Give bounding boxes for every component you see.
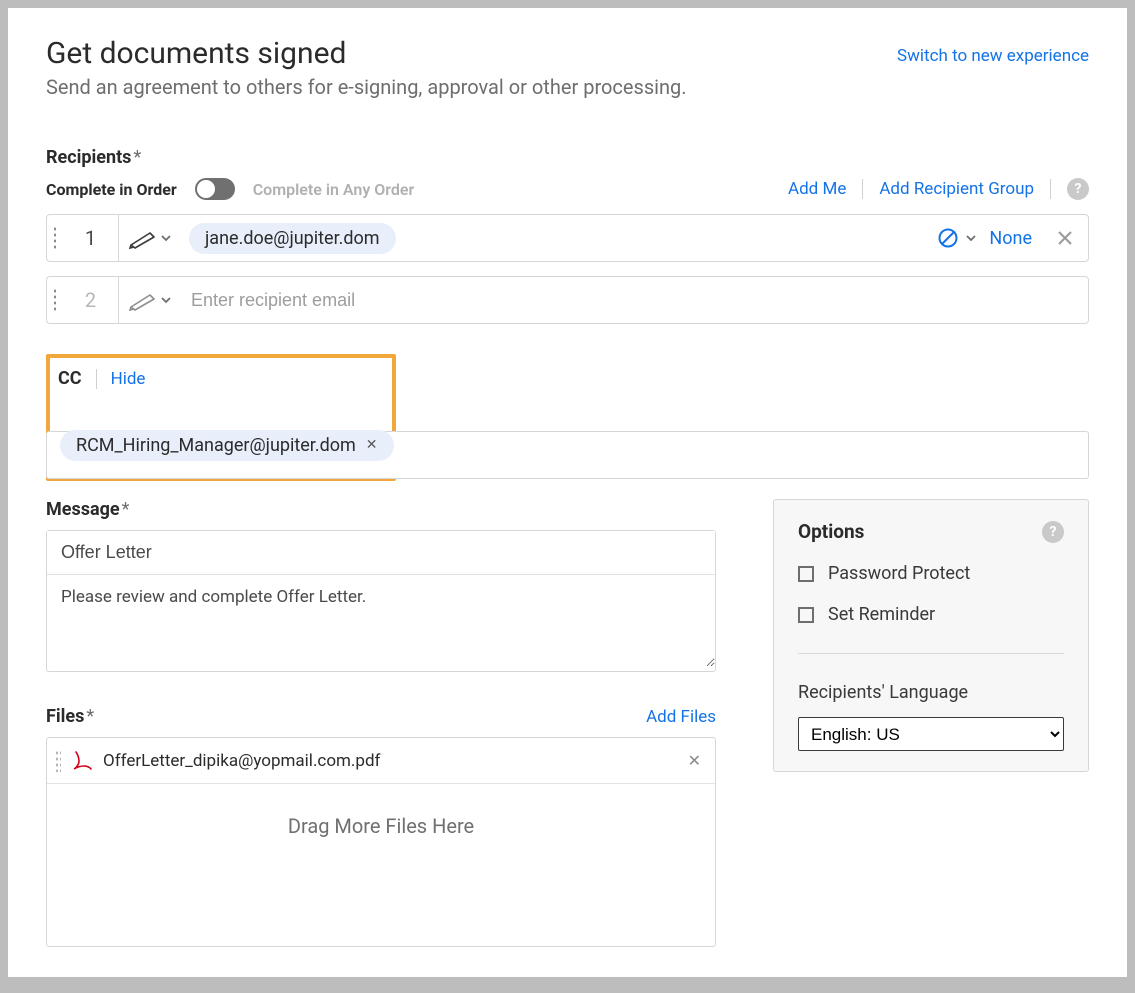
auth-method-selector[interactable]: None bbox=[937, 215, 1042, 261]
pen-icon bbox=[128, 227, 158, 249]
recipient-row: 1 jane.doe@jupiter.dom None bbox=[46, 214, 1089, 262]
remove-cc-chip-button[interactable]: ✕ bbox=[366, 438, 378, 452]
message-label: Message* bbox=[46, 499, 737, 520]
remove-file-button[interactable]: ✕ bbox=[688, 751, 701, 770]
drop-zone[interactable]: Drag More Files Here bbox=[47, 784, 715, 946]
checkbox-icon bbox=[798, 607, 814, 623]
pdf-icon bbox=[71, 750, 93, 772]
divider bbox=[862, 179, 863, 199]
options-panel: Options ? Password Protect Set Reminder … bbox=[773, 499, 1089, 772]
page-subtitle: Send an agreement to others for e-signin… bbox=[46, 75, 687, 99]
chevron-down-icon bbox=[160, 294, 172, 306]
recipient-row: 2 bbox=[46, 276, 1089, 324]
file-row: OfferLetter_dipika@yopmail.com.pdf ✕ bbox=[47, 738, 715, 784]
drag-handle[interactable] bbox=[47, 215, 63, 261]
help-icon[interactable]: ? bbox=[1042, 521, 1064, 543]
files-box: OfferLetter_dipika@yopmail.com.pdf ✕ Dra… bbox=[46, 737, 716, 947]
order-mode-off-label: Complete in Any Order bbox=[253, 180, 415, 199]
pen-icon bbox=[128, 289, 158, 311]
order-mode-on-label: Complete in Order bbox=[46, 180, 177, 199]
recipient-index: 1 bbox=[63, 215, 119, 261]
chevron-down-icon bbox=[965, 232, 977, 244]
chevron-down-icon bbox=[160, 232, 172, 244]
add-files-link[interactable]: Add Files bbox=[646, 707, 716, 727]
auth-method-label: None bbox=[989, 228, 1032, 249]
divider bbox=[1050, 179, 1051, 199]
language-label: Recipients' Language bbox=[798, 682, 1064, 703]
set-reminder-option[interactable]: Set Reminder bbox=[798, 604, 1064, 625]
checkbox-icon bbox=[798, 566, 814, 582]
message-box bbox=[46, 530, 716, 672]
files-label: Files* bbox=[46, 706, 94, 727]
message-subject-input[interactable] bbox=[47, 531, 715, 575]
divider bbox=[96, 369, 97, 389]
order-toggle[interactable] bbox=[195, 178, 235, 200]
page-title: Get documents signed bbox=[46, 36, 687, 71]
close-icon bbox=[1056, 229, 1074, 247]
file-name: OfferLetter_dipika@yopmail.com.pdf bbox=[103, 751, 678, 771]
password-protect-option[interactable]: Password Protect bbox=[798, 563, 1064, 584]
recipient-index: 2 bbox=[63, 277, 119, 323]
drag-handle[interactable] bbox=[55, 750, 61, 772]
recipient-role-selector[interactable] bbox=[119, 277, 181, 323]
recipient-chip[interactable]: jane.doe@jupiter.dom bbox=[189, 223, 396, 254]
remove-recipient-button[interactable] bbox=[1042, 215, 1088, 261]
options-title: Options bbox=[798, 520, 864, 543]
switch-experience-link[interactable]: Switch to new experience bbox=[897, 46, 1089, 66]
message-body-input[interactable] bbox=[47, 575, 715, 667]
recipient-role-selector[interactable] bbox=[119, 215, 181, 261]
add-recipient-group-link[interactable]: Add Recipient Group bbox=[879, 179, 1034, 199]
recipients-label: Recipients* bbox=[46, 147, 1089, 168]
cc-chip[interactable]: RCM_Hiring_Manager@jupiter.dom ✕ bbox=[60, 430, 394, 461]
language-select[interactable]: English: US bbox=[798, 717, 1064, 751]
cc-hide-link[interactable]: Hide bbox=[111, 369, 146, 389]
drag-handle[interactable] bbox=[47, 277, 63, 323]
recipient-email-input[interactable] bbox=[189, 289, 1080, 312]
add-me-link[interactable]: Add Me bbox=[788, 179, 846, 199]
divider bbox=[798, 653, 1064, 654]
cc-label: CC bbox=[58, 368, 82, 389]
cc-section-highlight: CC Hide RCM_Hiring_Manager@jupiter.dom ✕ bbox=[46, 354, 396, 481]
no-auth-icon bbox=[937, 227, 959, 249]
help-icon[interactable]: ? bbox=[1067, 178, 1089, 200]
compose-agreement-panel: Get documents signed Send an agreement t… bbox=[8, 8, 1127, 977]
